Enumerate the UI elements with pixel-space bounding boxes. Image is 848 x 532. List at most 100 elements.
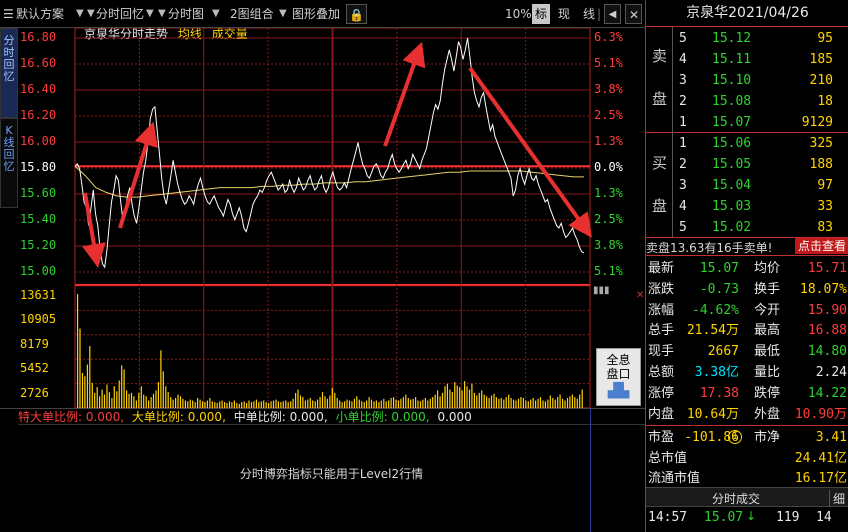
ask-row[interactable]: 5 15.12 95 (646, 28, 848, 50)
close-icon[interactable]: ✕ (625, 4, 642, 24)
volume-bar (503, 399, 505, 408)
volume-bar (571, 394, 573, 408)
volume-bar (498, 398, 500, 408)
volume-bar (461, 390, 463, 408)
bid-volume: 97 (817, 178, 833, 193)
volume-bar (219, 401, 221, 408)
val-label: 市净 (754, 430, 781, 445)
annotation-arrow (118, 121, 158, 229)
ask-row[interactable]: 2 15.08 18 (646, 91, 848, 113)
ask-row[interactable]: 4 15.11 185 (646, 49, 848, 71)
stat-value: 10.90万 (794, 406, 847, 422)
stat-label: 量比 (754, 365, 781, 380)
volume-bar (221, 400, 223, 408)
volume-axis-label: 13631 (20, 288, 57, 302)
volume-bar (449, 389, 451, 408)
alert-text: 卖盘13.63有16手卖单! (646, 241, 773, 255)
fenshi-huiyi-button[interactable]: 分时回忆 (96, 4, 144, 24)
volume-bar (471, 383, 473, 408)
volume-bar (488, 398, 490, 408)
fenshitu-button[interactable]: 分时图 (168, 4, 204, 24)
ask-volume: 185 (809, 52, 833, 67)
collapse-icon[interactable]: ◀ (604, 4, 621, 24)
volume-bar (542, 400, 544, 408)
pct-axis-label: 1.3% (594, 134, 623, 148)
bid-row[interactable]: 4 15.03 33 (646, 196, 848, 218)
tick-header[interactable]: 分时成交 细 (646, 487, 848, 507)
quick-orderbook-button[interactable]: 全息 盘口 ▟▙ (596, 348, 641, 406)
menu-icon[interactable]: ☰ (3, 4, 14, 24)
stat-row: 总手 21.54万 最高 16.88 (646, 320, 848, 341)
volume-bar (138, 392, 140, 408)
bid-row[interactable]: 2 15.05 188 (646, 154, 848, 176)
volume-bar (130, 392, 133, 408)
dropdown-icon[interactable]: ▼ (87, 4, 95, 24)
xian2-button[interactable]: 线 (583, 4, 595, 24)
volume-bar (312, 400, 314, 408)
ratio-big2: 大单比例: 0.000, (131, 410, 226, 424)
volume-bar (468, 389, 471, 408)
volume-bar (581, 389, 583, 408)
volume-bar (441, 392, 444, 408)
volume-bar (201, 401, 204, 408)
xian-button[interactable]: 现 (558, 4, 570, 24)
tick-detail-button[interactable]: 细 (829, 490, 845, 507)
volume-bar (417, 400, 419, 408)
intraday-chart[interactable] (0, 28, 645, 408)
volume-bar (175, 398, 177, 408)
volume-bar (99, 396, 101, 408)
volume-bar (140, 386, 142, 408)
volume-bar (346, 399, 348, 408)
bid-row[interactable]: 5 15.02 83 (646, 217, 848, 239)
volume-bar (478, 392, 480, 408)
volume-bar (415, 397, 417, 408)
stat-label: 均价 (754, 261, 781, 276)
dropdown-icon[interactable]: ▼ (146, 4, 154, 24)
bid-row[interactable]: 1 15.06 325 (646, 133, 848, 155)
overlay-button[interactable]: 图形叠加 (292, 4, 340, 24)
volume-bar (483, 394, 485, 408)
dropdown-icon[interactable]: ▼ (212, 4, 220, 24)
biao-button[interactable]: 标 (532, 4, 551, 24)
level-num: 1 (679, 136, 687, 151)
down-arrow-icon: ↓ (746, 509, 757, 523)
volume-bar (302, 397, 304, 408)
ask-row[interactable]: 1 15.07 9129 (646, 112, 848, 134)
volume-bar (505, 397, 507, 408)
volume-bar (446, 383, 448, 408)
volume-bar (366, 400, 368, 408)
volume-bar (444, 386, 446, 408)
volume-bar (165, 386, 167, 408)
volume-bar (297, 389, 299, 408)
divider (646, 255, 848, 256)
bid-volume: 188 (809, 157, 833, 172)
bid-row[interactable]: 3 15.04 97 (646, 175, 848, 197)
pct-button[interactable]: 10% (505, 4, 532, 24)
volume-bar (81, 372, 84, 408)
stat-value: 14.22 (807, 385, 847, 401)
info-icon[interactable]: 1 (728, 430, 742, 444)
dropdown-icon[interactable]: ▼ (279, 4, 287, 24)
volume-bar (233, 400, 235, 408)
scheme-dropdown-icon[interactable]: ▼ (76, 4, 84, 24)
volume-bar (547, 399, 549, 408)
stat-label: 涨跌 (648, 281, 675, 297)
volume-bar (380, 400, 382, 408)
volume-bar (424, 398, 426, 408)
stat-row: 涨停 17.38 跌停 14.22 (646, 383, 848, 404)
stat-label: 最低 (754, 344, 781, 360)
scheme-button[interactable]: 默认方案 (16, 4, 64, 24)
volume-bar (495, 397, 497, 408)
combo-button[interactable]: 2图组合 (230, 4, 274, 24)
dropdown-icon[interactable]: ▼ (158, 4, 166, 24)
volume-bar (272, 400, 275, 408)
volume-bar (187, 401, 189, 408)
ask-row[interactable]: 3 15.10 210 (646, 70, 848, 92)
stat-label: 内盘 (648, 406, 675, 422)
volume-bar (562, 398, 564, 408)
volume-bar (309, 398, 311, 408)
mark-icon: ✕ (636, 290, 645, 301)
alert-view-button[interactable]: 点击查看 (795, 238, 848, 254)
volume-bar (101, 389, 103, 408)
lock-icon[interactable]: 🔒 (346, 4, 367, 24)
